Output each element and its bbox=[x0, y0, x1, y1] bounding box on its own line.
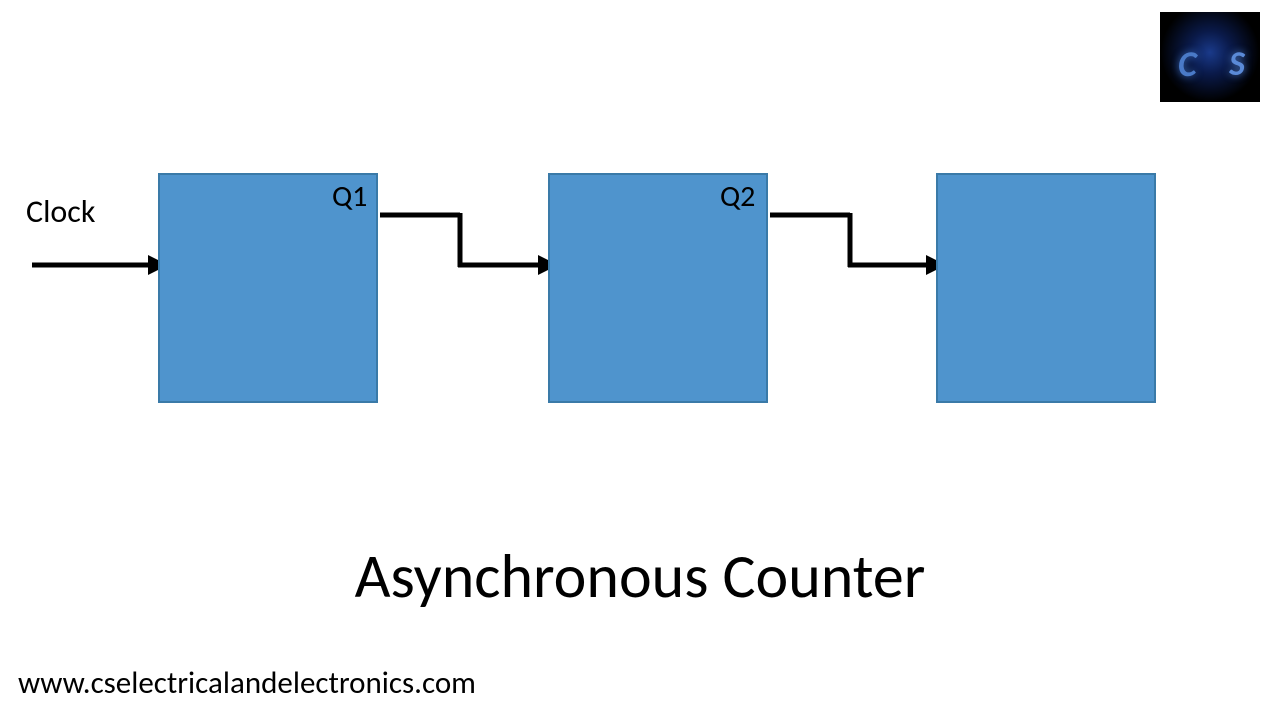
q2-output-label: Q2 bbox=[720, 178, 755, 215]
diagram-title: Asynchronous Counter bbox=[0, 538, 1280, 614]
counter-diagram: Clock Q1 Q2 bbox=[0, 170, 1280, 450]
logo-letter-s: S bbox=[1229, 44, 1245, 85]
flip-flop-block-3 bbox=[936, 173, 1156, 403]
website-url: www.cselectricalandelectronics.com bbox=[18, 664, 476, 702]
logo-letter-c: C bbox=[1178, 42, 1197, 86]
q1-output-label: Q1 bbox=[332, 178, 367, 215]
site-logo: C S bbox=[1160, 12, 1260, 102]
logo-background: C S bbox=[1160, 12, 1260, 102]
